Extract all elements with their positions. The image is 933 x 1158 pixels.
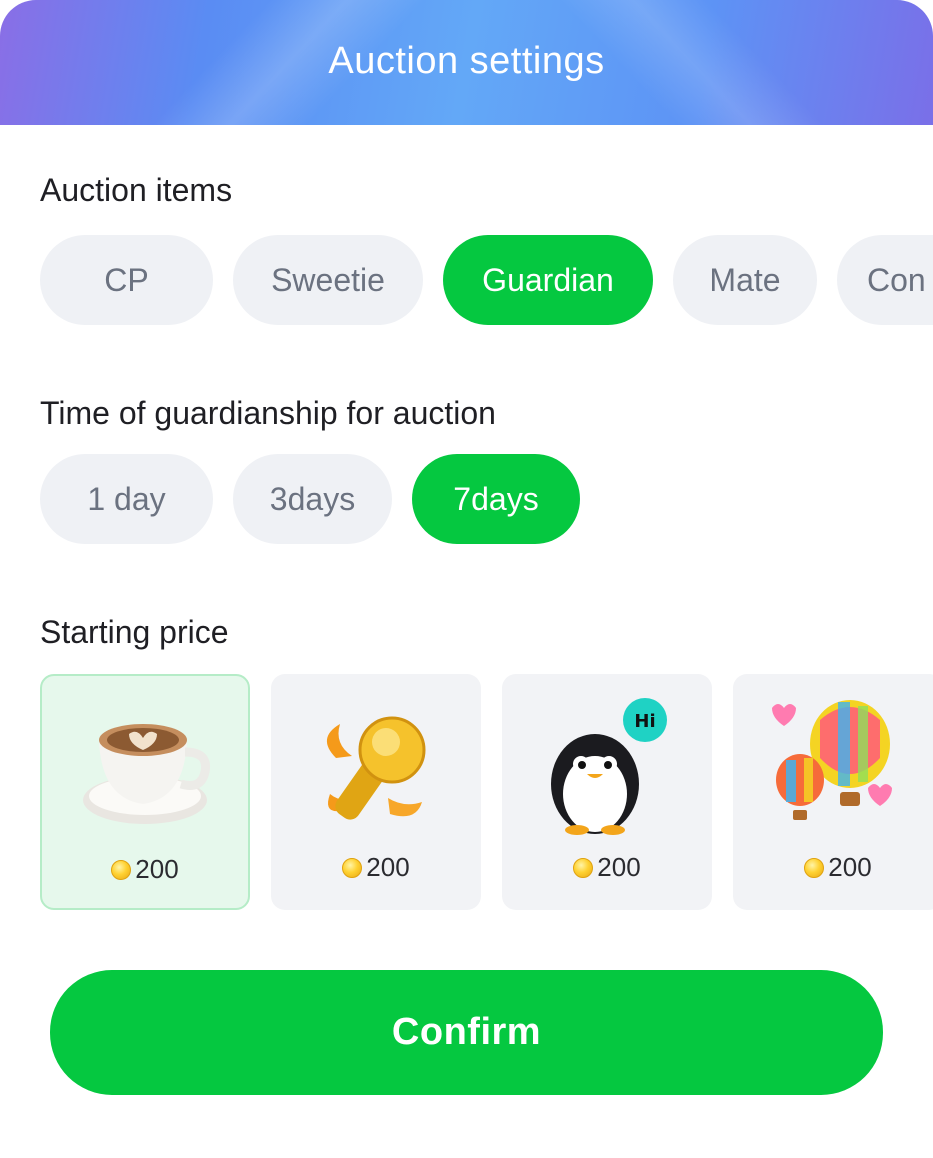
chip-sweetie[interactable]: Sweetie bbox=[233, 235, 423, 325]
penguin-hi-icon: Hi bbox=[551, 698, 667, 835]
gift-price: 200 bbox=[42, 854, 248, 885]
gift-card-microphone[interactable]: 200 bbox=[271, 674, 481, 910]
page-title: Auction settings bbox=[328, 40, 605, 82]
auction-settings-sheet: Auction settings Auction items CP Sweeti… bbox=[0, 0, 933, 1158]
hot-air-balloon-icon bbox=[772, 700, 892, 820]
chip-con[interactable]: Con bbox=[837, 235, 933, 325]
chip-guardian[interactable]: Guardian bbox=[443, 235, 653, 325]
duration-label: Time of guardianship for auction bbox=[40, 395, 496, 431]
gift-price: 200 bbox=[502, 852, 712, 883]
confirm-button[interactable]: Confirm bbox=[50, 970, 883, 1095]
chip-1-day[interactable]: 1 day bbox=[40, 454, 213, 544]
gift-options: 200 200 Hi 200 200 bbox=[40, 674, 933, 910]
auction-items-options: CP Sweetie Guardian Mate Con bbox=[40, 235, 933, 325]
gift-card-coffee[interactable]: 200 bbox=[40, 674, 250, 910]
coin-icon bbox=[111, 859, 132, 880]
coin-icon bbox=[573, 857, 594, 878]
auction-items-label: Auction items bbox=[40, 172, 233, 208]
chip-7-days[interactable]: 7days bbox=[412, 454, 580, 544]
golden-microphone-icon bbox=[326, 716, 426, 820]
starting-price-label: Starting price bbox=[40, 614, 229, 650]
gift-card-penguin[interactable]: Hi 200 bbox=[502, 674, 712, 910]
chip-3-days[interactable]: 3days bbox=[233, 454, 392, 544]
header: Auction settings bbox=[0, 0, 933, 125]
chip-cp[interactable]: CP bbox=[40, 235, 213, 325]
gift-price: 200 bbox=[271, 852, 481, 883]
duration-options: 1 day 3days 7days bbox=[40, 454, 580, 544]
chip-mate[interactable]: Mate bbox=[673, 235, 817, 325]
gift-price: 200 bbox=[733, 852, 933, 883]
coin-icon bbox=[342, 857, 363, 878]
coin-icon bbox=[804, 857, 825, 878]
coffee-cup-icon bbox=[83, 724, 211, 824]
svg-text:Hi: Hi bbox=[634, 711, 655, 732]
gift-card-balloon[interactable]: 200 bbox=[733, 674, 933, 910]
